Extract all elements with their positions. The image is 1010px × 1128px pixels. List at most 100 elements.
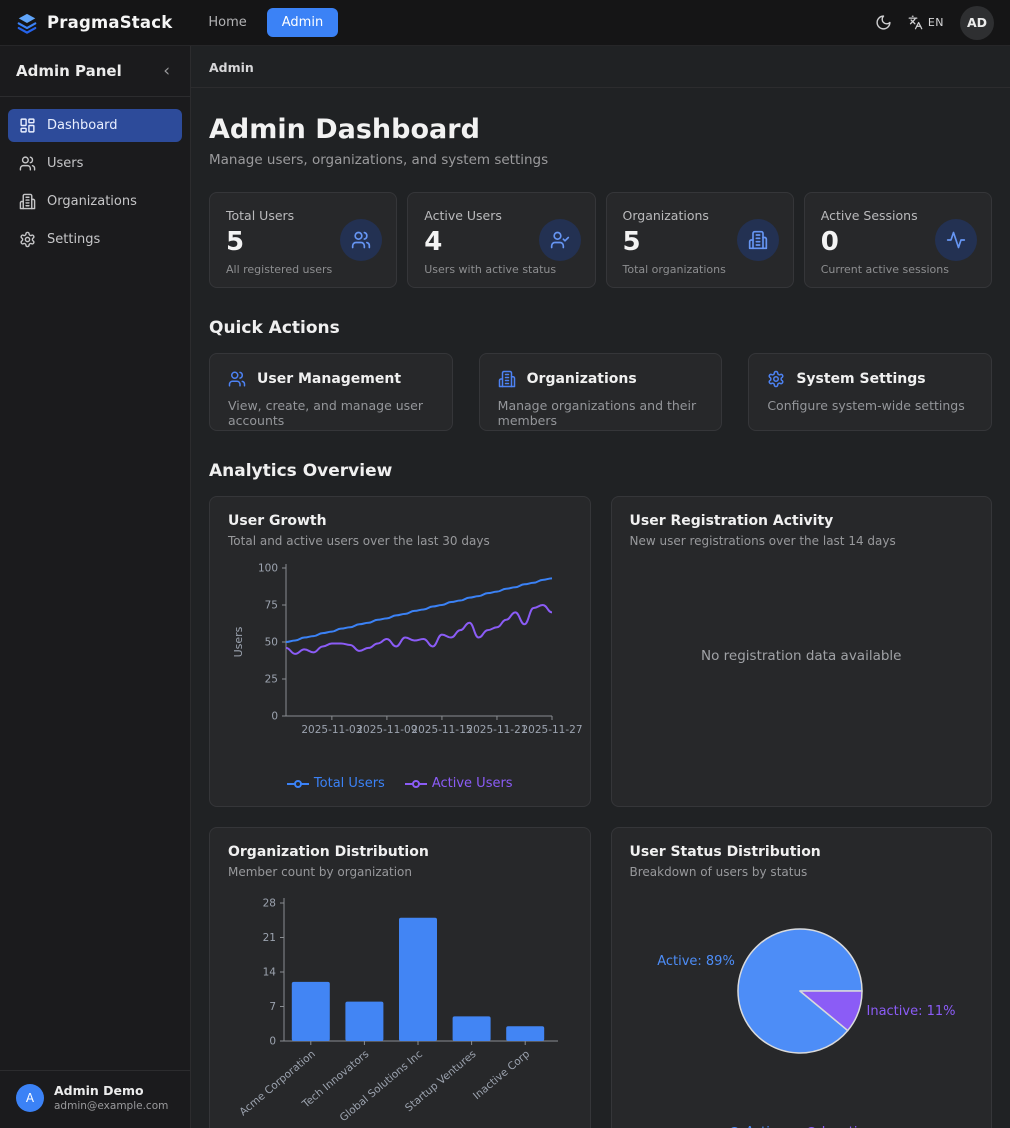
language-selector[interactable]: EN <box>908 15 944 30</box>
breadcrumb: Admin <box>209 60 254 75</box>
user-avatar[interactable]: AD <box>960 6 994 40</box>
chart-card-registration-activity: User Registration ActivityNew user regis… <box>611 496 993 807</box>
chart-title: User Status Distribution <box>630 844 974 860</box>
analytics-heading: Analytics Overview <box>209 461 992 481</box>
legend-line-icon <box>405 779 427 789</box>
action-card-system-settings[interactable]: System Settings Configure system-wide set… <box>748 353 992 431</box>
svg-text:7: 7 <box>269 1001 276 1013</box>
users-icon <box>19 155 36 172</box>
svg-text:2025-11-27: 2025-11-27 <box>521 724 582 736</box>
sidebar-item-label: Settings <box>47 232 100 247</box>
brand-name: PragmaStack <box>47 13 172 32</box>
action-description: Manage organizations and their members <box>498 398 704 428</box>
stat-card-organizations: Organizations5Total organizations <box>606 192 794 288</box>
action-card-organizations[interactable]: Organizations Manage organizations and th… <box>479 353 723 431</box>
sidebar-user-email: admin@example.com <box>54 1100 168 1112</box>
bar-chart-org-distribution: 07142128Acme CorporationTech InnovatorsG… <box>228 891 586 1128</box>
quick-actions-heading: Quick Actions <box>209 318 992 338</box>
action-description: Configure system-wide settings <box>767 398 973 413</box>
action-title-label: Organizations <box>527 371 637 387</box>
sidebar-nav: Dashboard Users Organizations Settings <box>0 97 190 268</box>
main-area: Admin Admin Dashboard Manage users, orga… <box>191 46 1010 1128</box>
languages-icon <box>908 15 923 30</box>
stat-description: Current active sessions <box>821 263 975 276</box>
svg-text:75: 75 <box>265 600 278 612</box>
action-title: System Settings <box>767 370 973 388</box>
svg-text:21: 21 <box>263 932 276 944</box>
user-check-icon <box>539 219 581 261</box>
page-title: Admin Dashboard <box>209 114 992 145</box>
svg-text:2025-11-21: 2025-11-21 <box>466 724 527 736</box>
chart-card-user-status: User Status Distribution Breakdown of use… <box>611 827 993 1128</box>
chart-subtitle: Member count by organization <box>228 865 572 879</box>
settings-icon <box>767 370 785 388</box>
breadcrumb-bar: Admin <box>191 46 1010 88</box>
empty-state-message: No registration data available <box>630 548 974 763</box>
activity-icon <box>935 219 977 261</box>
nav-link-home[interactable]: Home <box>198 8 256 37</box>
settings-icon <box>19 231 36 248</box>
sidebar-item-users[interactable]: Users <box>8 147 182 180</box>
svg-text:Users: Users <box>232 626 245 657</box>
sidebar-item-label: Dashboard <box>47 118 118 133</box>
svg-text:28: 28 <box>263 898 276 910</box>
chart-subtitle: Total and active users over the last 30 … <box>228 534 572 548</box>
sidebar-user-name: Admin Demo <box>54 1083 168 1098</box>
pie-chart-user-status: Active: 89% Inactive: 11% <box>630 881 973 1119</box>
stat-description: All registered users <box>226 263 380 276</box>
moon-icon <box>875 14 892 31</box>
svg-text:0: 0 <box>269 1036 276 1048</box>
brand[interactable]: PragmaStack <box>16 12 172 34</box>
nav-link-admin[interactable]: Admin <box>267 8 338 37</box>
users-icon <box>228 370 246 388</box>
sidebar-item-organizations[interactable]: Organizations <box>8 185 182 218</box>
language-label: EN <box>928 16 944 29</box>
svg-text:100: 100 <box>258 563 278 575</box>
svg-text:Inactive: 11%: Inactive: 11% <box>866 1004 955 1019</box>
legend-label: Total Users <box>314 776 385 791</box>
svg-text:2025-11-03: 2025-11-03 <box>301 724 362 736</box>
collapse-sidebar-icon[interactable]: ‹ <box>159 63 174 80</box>
users-icon <box>340 219 382 261</box>
admin-sidebar: Admin Panel ‹ Dashboard Users Organization… <box>0 46 191 1128</box>
svg-text:25: 25 <box>265 674 278 686</box>
stat-card-total-users: Total Users5All registered users <box>209 192 397 288</box>
sidebar-item-settings[interactable]: Settings <box>8 223 182 256</box>
svg-text:2025-11-15: 2025-11-15 <box>411 724 472 736</box>
line-chart-user-growth: 02550751002025-11-032025-11-092025-11-15… <box>228 558 586 770</box>
nav-links: Home Admin <box>198 8 338 37</box>
sidebar-user: A Admin Demo admin@example.com <box>0 1070 190 1128</box>
stats-grid: Total Users5All registered usersActive U… <box>209 192 992 288</box>
top-navbar: PragmaStack Home Admin EN AD <box>0 0 1010 46</box>
action-title-label: User Management <box>257 371 401 387</box>
charts-grid: User Growth Total and active users over t… <box>209 496 992 1128</box>
sidebar-user-avatar: A <box>16 1084 44 1112</box>
sidebar-title: Admin Panel <box>16 62 122 80</box>
page-content: Admin Dashboard Manage users, organizati… <box>191 88 1010 1128</box>
svg-text:Inactive Corp: Inactive Corp <box>471 1048 532 1102</box>
sidebar-item-dashboard[interactable]: Dashboard <box>8 109 182 142</box>
action-card-user-management[interactable]: User Management View, create, and manage … <box>209 353 453 431</box>
chart-title: User Registration Activity <box>630 513 974 529</box>
sidebar-item-label: Organizations <box>47 194 137 209</box>
chart-card-user-growth: User Growth Total and active users over t… <box>209 496 591 807</box>
action-title: Organizations <box>498 370 704 388</box>
chart-subtitle: Breakdown of users by status <box>630 865 974 879</box>
stat-card-active-sessions: Active Sessions0Current active sessions <box>804 192 992 288</box>
action-description: View, create, and manage user accounts <box>228 398 434 428</box>
page-subtitle: Manage users, organizations, and system … <box>209 152 992 168</box>
building-icon <box>737 219 779 261</box>
legend-line-icon <box>287 779 309 789</box>
legend-label: Active Users <box>432 776 513 791</box>
building-icon <box>19 193 36 210</box>
theme-toggle-button[interactable] <box>875 14 892 31</box>
chart-card-org-distribution: Organization DistributionMember count by… <box>209 827 591 1128</box>
navbar-right: EN AD <box>875 6 994 40</box>
chart-title: User Growth <box>228 513 572 529</box>
sidebar-item-label: Users <box>47 156 83 171</box>
dashboard-icon <box>19 117 36 134</box>
quick-actions-grid: User Management View, create, and manage … <box>209 353 992 431</box>
legend-item-total-users: Total Users <box>287 776 385 791</box>
stat-description: Total organizations <box>623 263 777 276</box>
svg-text:Active: 89%: Active: 89% <box>657 954 735 969</box>
